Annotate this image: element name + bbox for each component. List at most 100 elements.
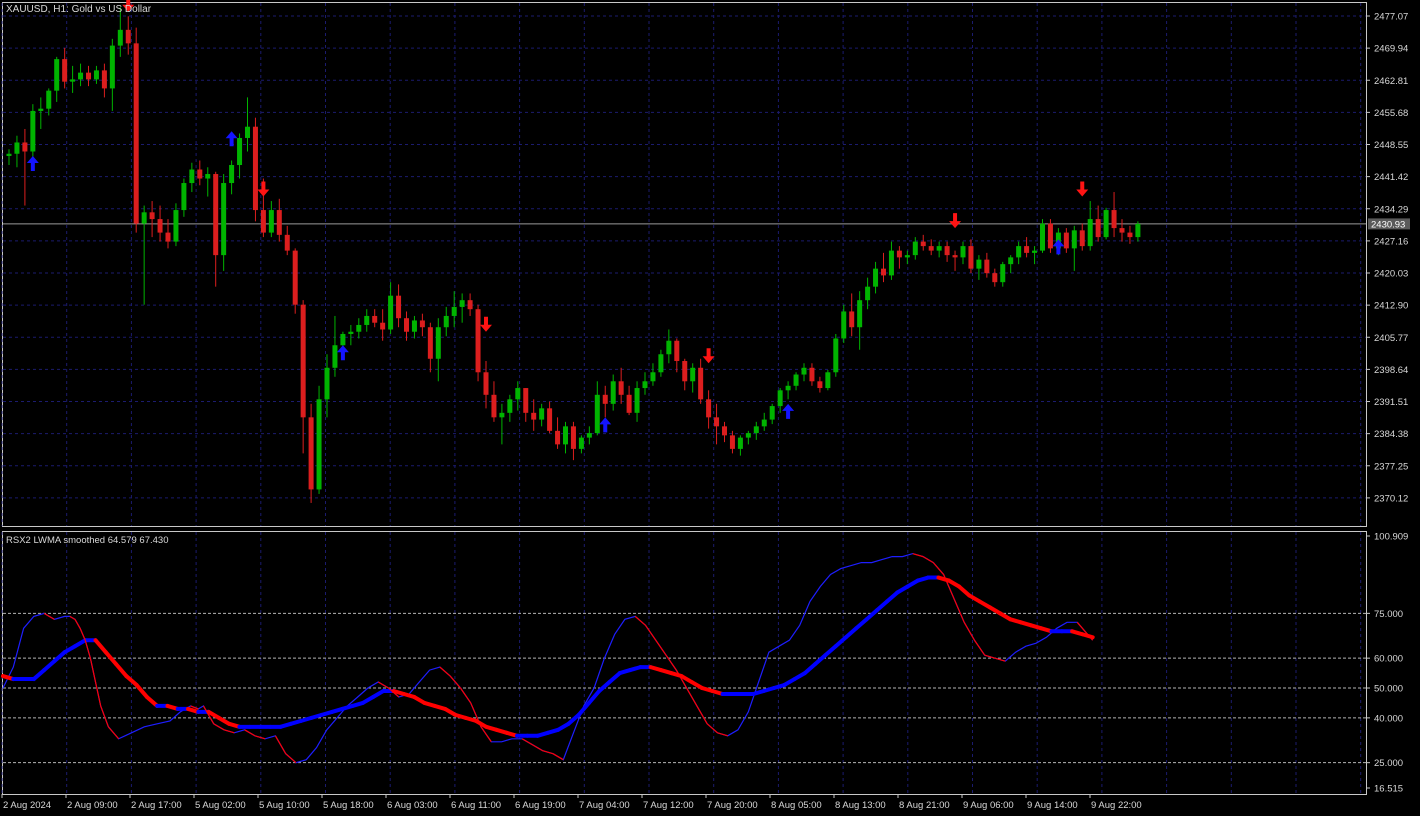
- candle-body: [213, 174, 219, 256]
- candle-body: [594, 394, 600, 434]
- candle-body: [1040, 223, 1045, 251]
- indicator-tick-label: 40.000: [1374, 713, 1403, 724]
- candle-body: [165, 232, 171, 242]
- candle-body: [1103, 210, 1109, 238]
- time-tick-label: 8 Aug 21:00: [899, 800, 950, 811]
- indicator-tick-label: 60.000: [1374, 654, 1403, 665]
- candle-body: [300, 304, 306, 418]
- candle-body: [896, 250, 902, 258]
- candle-body: [825, 372, 831, 389]
- candle-body: [1135, 223, 1141, 238]
- candle-body: [260, 210, 266, 233]
- candle-body: [141, 212, 147, 224]
- indicator-tick-label: 75.000: [1374, 609, 1403, 620]
- indicator-tick-label: 100.909: [1374, 532, 1408, 543]
- candle-body: [960, 246, 966, 258]
- candle-body: [801, 367, 807, 375]
- chart-window[interactable]: 2477.07 2469.94 2462.81 2455.68 2448.55 2441.…: [0, 0, 1420, 816]
- candle-body: [1032, 250, 1038, 253]
- candle-body: [411, 320, 417, 332]
- candle-body: [1111, 210, 1117, 229]
- candle-body: [443, 315, 449, 328]
- price-tick-label: 2391.51: [1374, 397, 1408, 408]
- candle-body: [268, 210, 274, 233]
- candle-body: [364, 315, 370, 325]
- candle-body: [1000, 264, 1006, 283]
- candle-body: [125, 29, 131, 44]
- candle-body: [944, 246, 950, 256]
- time-tick-label: 7 Aug 04:00: [579, 800, 630, 811]
- candle-body: [189, 169, 195, 184]
- candle-body: [698, 367, 704, 400]
- candle-body: [54, 59, 60, 91]
- candle-body: [237, 137, 243, 166]
- price-tick-label: 2448.55: [1374, 140, 1408, 151]
- candle-body: [777, 390, 783, 407]
- time-tick-label: 5 Aug 18:00: [323, 800, 374, 811]
- price-tick-label: 2477.07: [1374, 12, 1408, 23]
- candle-body: [46, 90, 52, 109]
- candle-body: [610, 381, 616, 404]
- candle-body: [229, 165, 235, 184]
- candle-body: [515, 388, 521, 400]
- candle-body: [252, 126, 258, 211]
- candle-body: [86, 72, 91, 80]
- candle-body: [316, 399, 322, 490]
- time-tick-label: 2 Aug 17:00: [131, 800, 182, 811]
- price-tick-label: 2441.42: [1374, 172, 1408, 183]
- candle-body: [1079, 230, 1085, 247]
- candle-body: [133, 43, 139, 224]
- price-tick-label: 2398.64: [1374, 365, 1408, 376]
- candle-body: [78, 72, 84, 80]
- price-tick-label: 2412.90: [1374, 301, 1408, 312]
- candle-body: [602, 394, 608, 404]
- time-tick-label: 7 Aug 20:00: [707, 800, 758, 811]
- time-tick-label: 9 Aug 22:00: [1091, 800, 1142, 811]
- candle-body: [785, 385, 791, 391]
- candle-body: [968, 246, 974, 269]
- time-tick-label: 9 Aug 14:00: [1027, 800, 1078, 811]
- candle-body: [1071, 230, 1077, 249]
- candle-body: [14, 142, 20, 154]
- candle-body: [101, 70, 107, 89]
- candle-body: [332, 345, 338, 368]
- candle-body: [769, 406, 775, 420]
- candle-body: [555, 430, 561, 445]
- current-price-tag: 2430.93: [1368, 218, 1410, 230]
- candle-body: [475, 309, 481, 373]
- candle-body: [570, 426, 576, 449]
- candle-body: [467, 300, 473, 310]
- indicator-tick-label: 25.000: [1374, 758, 1403, 769]
- candle-body: [459, 300, 465, 307]
- candle-body: [348, 331, 354, 334]
- candle-body: [745, 433, 751, 438]
- candle-body: [205, 174, 211, 179]
- time-tick-label: 6 Aug 19:00: [515, 800, 566, 811]
- candle-body: [547, 408, 553, 431]
- candle-body: [690, 367, 696, 382]
- candle-body: [245, 126, 250, 138]
- candle-body: [873, 268, 879, 287]
- time-tick-label: 5 Aug 10:00: [259, 800, 310, 811]
- candle-body: [1095, 219, 1101, 238]
- candle-body: [793, 374, 799, 386]
- time-tick-label: 7 Aug 12:00: [643, 800, 694, 811]
- candle-body: [396, 295, 402, 319]
- candle-body: [674, 340, 680, 362]
- candle-body: [634, 388, 640, 413]
- candle-body: [388, 295, 394, 330]
- candle-body: [38, 108, 44, 111]
- candle-body: [419, 320, 425, 328]
- candle-body: [404, 318, 409, 332]
- candle-body: [849, 311, 855, 328]
- candle-body: [642, 381, 648, 389]
- candle-body: [618, 381, 624, 395]
- indicator-tick-label: 16.515: [1374, 784, 1403, 795]
- candle-body: [181, 183, 187, 211]
- candle-body: [117, 29, 123, 46]
- candle-body: [865, 286, 871, 301]
- candle-body: [928, 246, 934, 251]
- candle-body: [523, 388, 529, 413]
- candle-body: [276, 210, 282, 235]
- time-tick-label: 8 Aug 13:00: [835, 800, 886, 811]
